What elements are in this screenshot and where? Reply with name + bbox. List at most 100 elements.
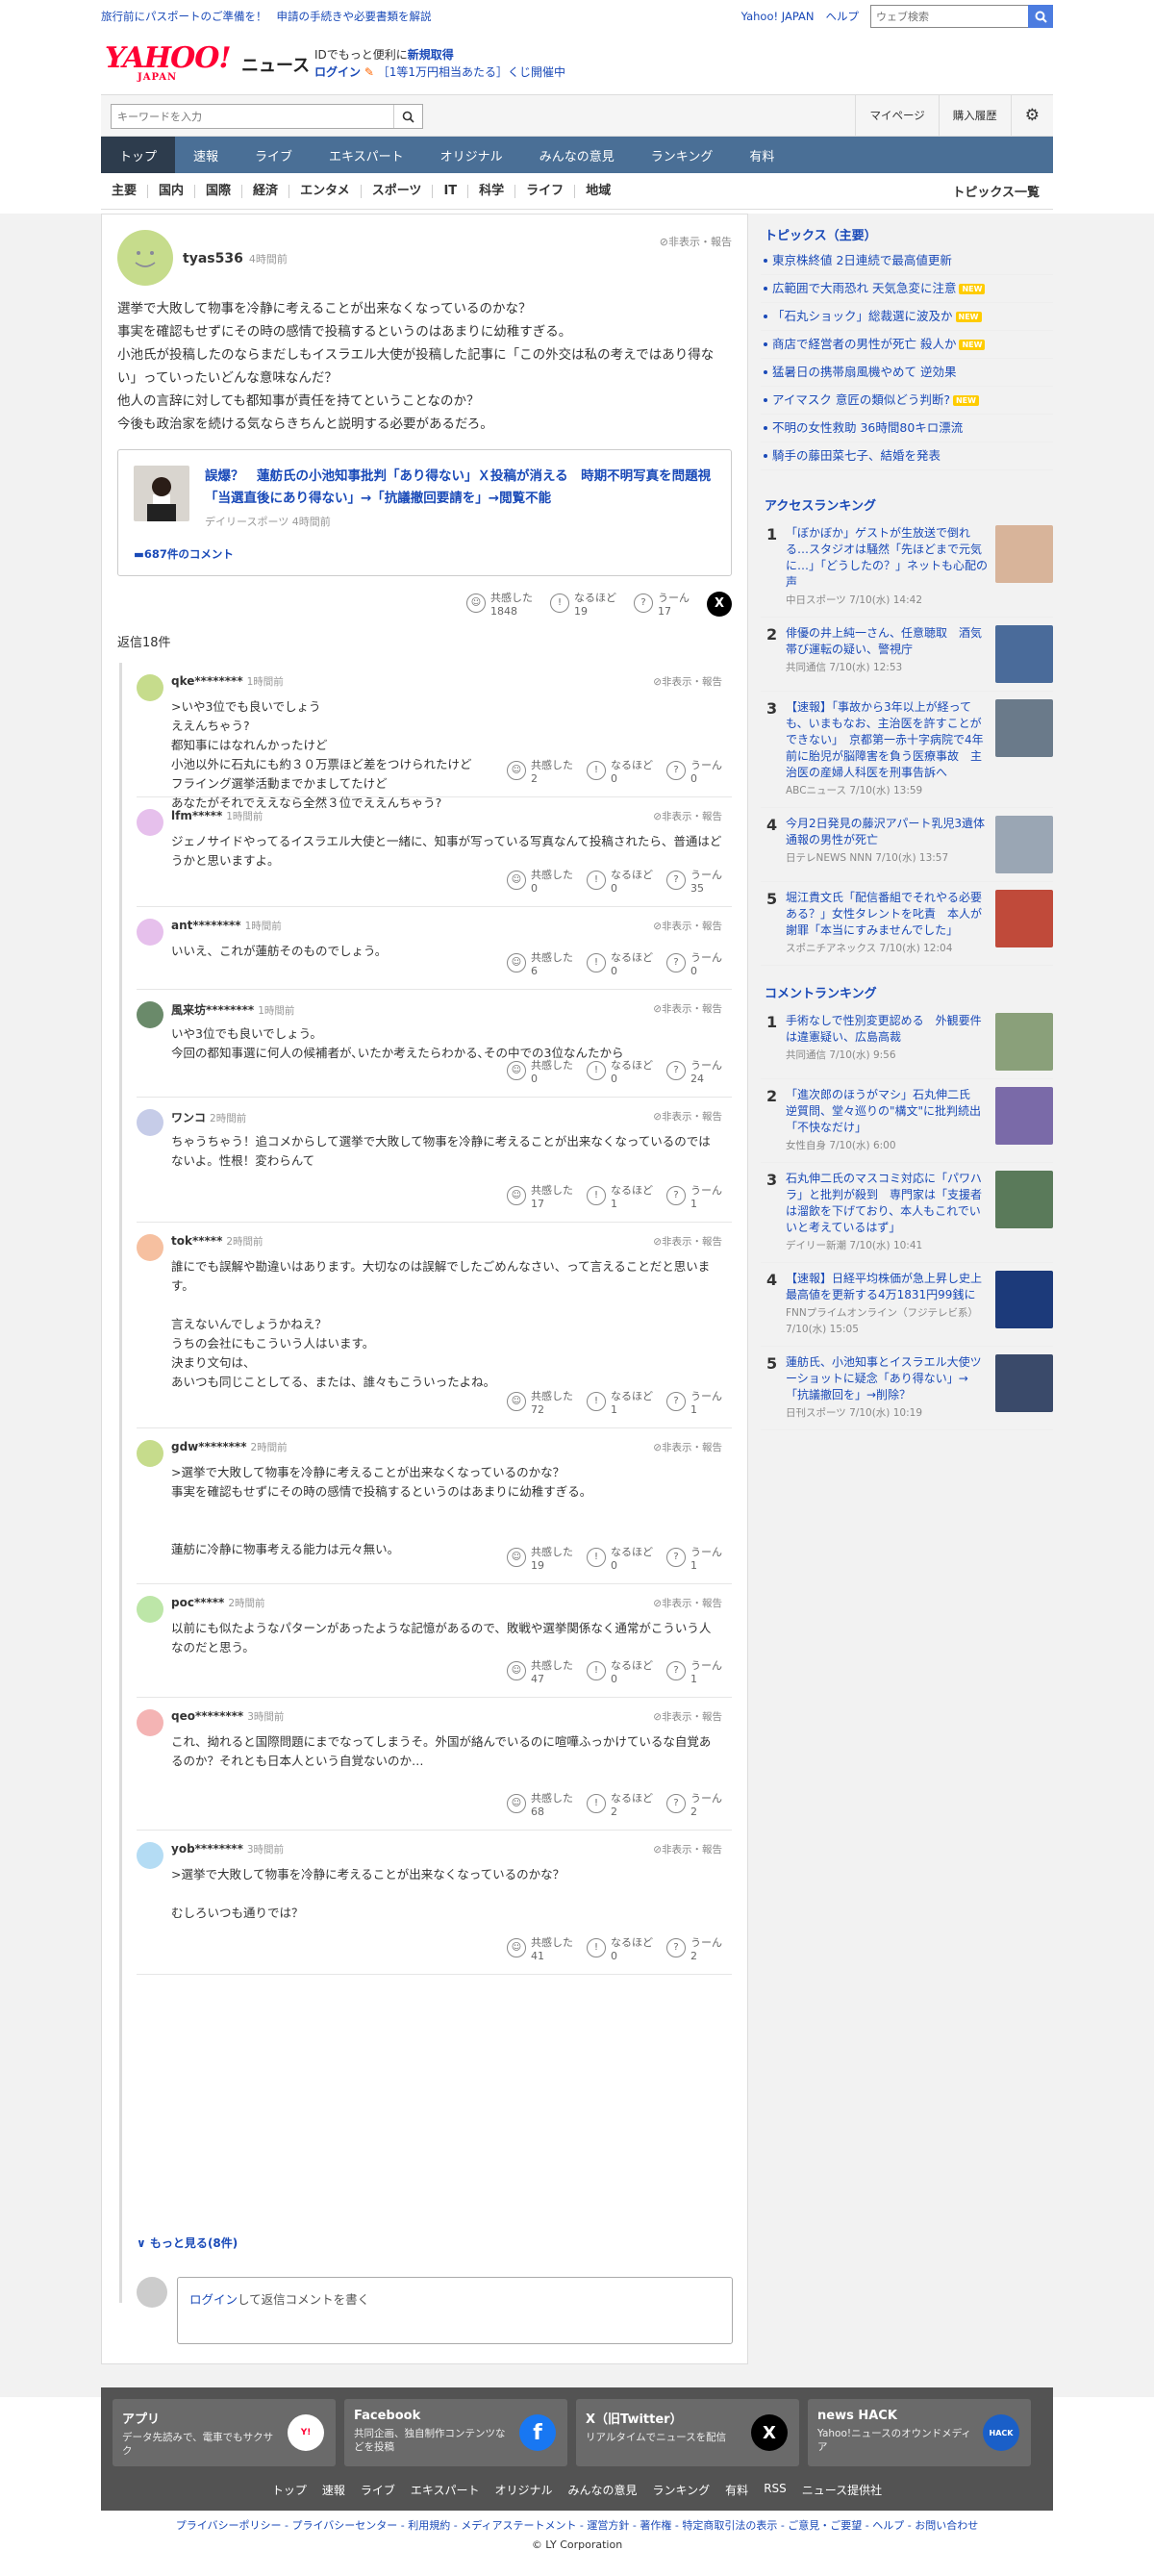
hide-report-link[interactable]: ⊘非表示・報告 [653,809,722,823]
cat-economy[interactable]: 経済 [242,184,290,198]
gnav-opinion[interactable]: みんなの意見 [521,137,633,173]
settings-button[interactable]: ⚙ [1010,95,1053,136]
post-username[interactable]: tyas536 [183,251,243,266]
reply-username[interactable]: lfm***** [171,809,222,822]
avatar[interactable] [117,230,173,286]
reply-username[interactable]: poc***** [171,1596,224,1609]
topic-item[interactable]: 騎手の藤田菜七子、結婚を発表 [761,442,1053,470]
reply-input[interactable]: ログインして返信コメントを書く [177,2277,733,2344]
hide-report-link[interactable]: ⊘非表示・報告 [653,919,722,933]
yahoo-logo[interactable]: YAHOO! JAPAN [105,44,232,83]
web-search-input[interactable] [871,6,1028,27]
rank-title[interactable]: 【速報】「事故から3年以上が経っても、いまもなお、主治医を許すことができない」 … [786,699,990,781]
article-title[interactable]: 誤爆？ 蓮舫氏の小池知事批判「あり得ない」Ｘ投稿が消える 時期不明写真を問題視「… [205,466,717,510]
rank-title[interactable]: 堀江貴文氏「配信番組でそれやる必要ある？」女性タレントを叱責 本人が謝罪「本当に… [786,890,990,939]
gnav-expert[interactable]: エキスパート [311,137,422,173]
react-agree-button[interactable]: ☺ 共感した 0 [507,869,573,896]
gnav-live[interactable]: ライブ [237,137,311,173]
gnav-top[interactable]: トップ [101,137,176,173]
topics-list-link[interactable]: トピックス一覧 [952,182,1040,200]
register-link[interactable]: 新規取得 [408,48,454,62]
react-hmm-button[interactable]: ? うーん 2 [666,1936,722,1963]
show-more-button[interactable]: ∨ もっと見る(8件) [137,2235,238,2251]
gnav-ranking[interactable]: ランキング [633,137,732,173]
ranking-item[interactable]: 5 蓮舫氏、小池知事とイスラエル大使ツーショットに疑念「あり得ない」→「抗議撤回を… [761,1347,1053,1430]
gnav-paid[interactable]: 有料 [731,137,792,173]
footer-facebook-box[interactable]: Facebook 共同企画、独自制作コンテンツなどを投稿 f [344,2399,567,2466]
reply-username[interactable]: ant******** [171,919,241,932]
mypage-link[interactable]: マイページ [855,95,938,136]
react-hmm-button[interactable]: ? うーん 0 [666,951,722,978]
cat-world[interactable]: 国際 [195,184,243,198]
react-agree-button[interactable]: ☺ 共感した 72 [507,1390,573,1417]
reply-username[interactable]: yob******** [171,1842,243,1856]
rank-title[interactable]: 今月2日発見の藤沢アパート乳児3遺体 通報の男性が死亡 [786,816,996,848]
react-hmm-button[interactable]: ? うーん 1 [666,1390,722,1417]
react-hmm-button[interactable]: ? うーん 17 [634,592,690,619]
react-agree-button[interactable]: ☺ 共感した 17 [507,1184,573,1211]
hide-report-link[interactable]: ⊘非表示・報告 [653,1109,722,1124]
react-insight-button[interactable]: ! なるほど 1 [587,1184,653,1211]
reply-username[interactable]: gdw******** [171,1440,246,1453]
react-agree-button[interactable]: ☺ 共感した 19 [507,1546,573,1573]
topic-item[interactable]: 広範囲で大雨恐れ 天気急変に注意 NEW [761,275,1053,303]
rank-title[interactable]: 【速報】日経平均株価が急上昇し史上最高値を更新する4万1831円99銭に [786,1271,990,1303]
news-wordmark[interactable]: ニュース [241,52,310,77]
ranking-item[interactable]: 3 石丸伸二氏のマスコミ対応に「パワハラ」と批判が殺到 専門家は「支援者は溜飲を下… [761,1163,1053,1263]
ranking-item[interactable]: 2 「進次郎のほうがマシ」石丸伸二氏 逆質問、堂々巡りの"構文"に批判続出「不快な… [761,1079,1053,1163]
ranking-item[interactable]: 1 手術なしで性別変更認める 外観要件は違憲疑い、広島高裁 共同通信 7/10(水)… [761,1005,1053,1079]
cat-sports[interactable]: スポーツ [362,184,434,198]
footer-link[interactable]: 有料 [717,2482,756,2498]
footer-link[interactable]: ライブ [353,2482,403,2498]
avatar[interactable] [137,1596,163,1623]
hide-report-link[interactable]: ⊘非表示・報告 [653,1234,722,1249]
footer-app-box[interactable]: アプリ データ先読みで、電車でもサクサク Y! [113,2399,336,2466]
react-agree-button[interactable]: ☺ 共感した 6 [507,951,573,978]
avatar[interactable] [137,1109,163,1136]
reply-login-link[interactable]: ログイン [189,2292,238,2307]
footer-x-box[interactable]: X（旧Twitter） リアルタイムでニュースを配信 X [576,2399,799,2466]
react-hmm-button[interactable]: ? うーん 35 [666,869,722,896]
ranking-item[interactable]: 5 堀江貴文氏「配信番組でそれやる必要ある？」女性タレントを叱責 本人が謝罪「本当… [761,882,1053,966]
gnav-flash[interactable]: 速報 [175,137,237,173]
ranking-item[interactable]: 3 【速報】「事故から3年以上が経っても、いまもなお、主治医を許すことができない」… [761,692,1053,808]
react-agree-button[interactable]: ☺ 共感した 0 [507,1059,573,1086]
react-insight-button[interactable]: ! なるほど 0 [587,1059,653,1086]
avatar[interactable] [137,1842,163,1869]
reply-username[interactable]: qke******** [171,674,243,688]
react-hmm-button[interactable]: ? うーん 1 [666,1546,722,1573]
reply-username[interactable]: ワンコ [171,1111,206,1124]
avatar[interactable] [137,919,163,946]
react-insight-button[interactable]: ! なるほど 0 [587,951,653,978]
help-link[interactable]: ヘルプ [826,9,860,24]
react-insight-button[interactable]: ! なるほど 0 [587,1936,653,1963]
react-insight-button[interactable]: ! なるほど 2 [587,1792,653,1819]
react-hmm-button[interactable]: ? うーん 2 [666,1792,722,1819]
react-insight-button[interactable]: ! なるほど 0 [587,1546,653,1573]
ranking-item[interactable]: 4 今月2日発見の藤沢アパート乳児3遺体 通報の男性が死亡 日テレNEWS NNN … [761,808,1053,882]
footer-link[interactable]: ランキング [645,2482,718,2498]
react-agree-button[interactable]: ☺ 共感した 47 [507,1659,573,1686]
footer-link[interactable]: トップ [264,2482,314,2498]
react-insight-button[interactable]: ! なるほど 0 [587,869,653,896]
ranking-item[interactable]: 1 「ぼかぼか」ゲストが生放送で倒れる…スタジオは騒然「先ほどまで元気に…」「どう… [761,518,1053,618]
footer-newshack-box[interactable]: news HACK Yahoo!ニュースのオウンドメディア HACK [808,2399,1031,2466]
hide-report-link[interactable]: ⊘非表示・報告 [660,234,732,249]
reply-username[interactable]: tok***** [171,1234,222,1248]
hide-report-link[interactable]: ⊘非表示・報告 [653,1001,722,1016]
footer-link[interactable]: 速報 [314,2482,353,2498]
ranking-item[interactable]: 2 俳優の井上純一さん、任意聴取 酒気帯び運転の疑い、警視庁 共同通信 7/10(水… [761,618,1053,692]
share-x-button[interactable]: X [707,592,732,617]
cat-science[interactable]: 科学 [468,184,516,198]
cat-it[interactable]: IT [433,184,469,198]
ranking-item[interactable]: 4 【速報】日経平均株価が急上昇し史上最高値を更新する4万1831円99銭に FNN… [761,1263,1053,1347]
react-agree-button[interactable]: ☺ 共感した 68 [507,1792,573,1819]
avatar[interactable] [137,809,163,836]
gnav-original[interactable]: オリジナル [422,137,521,173]
footer-link[interactable]: みんなの意見 [561,2482,645,2498]
legal-links[interactable]: プライバシーポリシー - プライバシーセンター - 利用規約 - メディアステー… [0,2516,1154,2536]
cat-main[interactable]: 主要 [101,184,149,198]
rank-title[interactable]: 「ぼかぼか」ゲストが生放送で倒れる…スタジオは騒然「先ほどまで元気に…」「どうし… [786,525,990,591]
topic-item[interactable]: 商店で経営者の男性が死亡 殺人か NEW [761,331,1053,359]
topic-item[interactable]: 不明の女性救助 36時間80キロ漂流 [761,415,1053,442]
